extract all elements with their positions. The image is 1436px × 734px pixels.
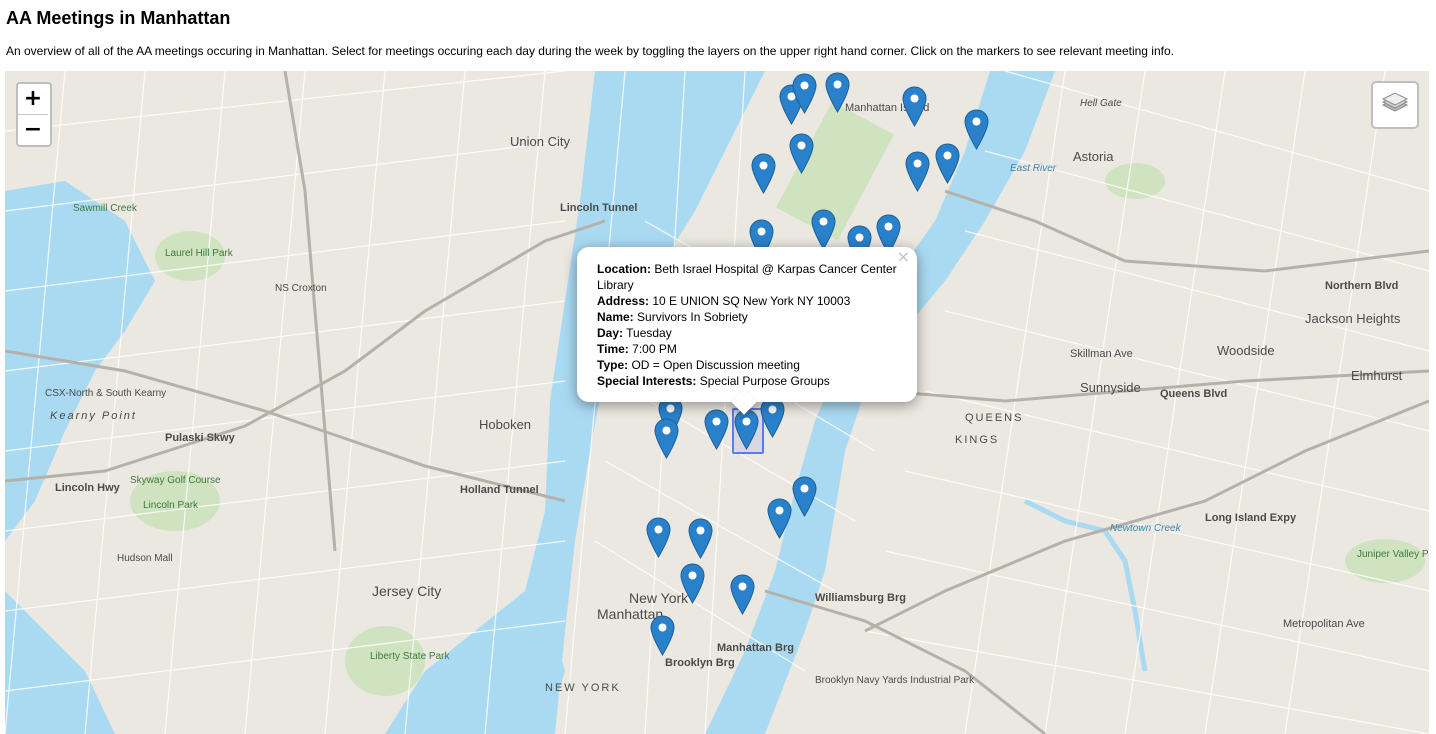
meeting-marker[interactable] (654, 418, 679, 459)
popup-name-row: Name: Survivors In Sobriety (597, 309, 897, 325)
layers-icon (1381, 92, 1409, 112)
label-manhattan-brg: Manhattan Brg (717, 642, 794, 654)
map-basemap[interactable]: Union City Manhattan Island Astoria Hell… (5, 71, 1429, 734)
meeting-marker-selected[interactable] (734, 409, 759, 450)
popup-name-label: Name: (597, 310, 634, 324)
label-sunnyside: Sunnyside (1080, 380, 1141, 395)
popup-address-label: Address: (597, 294, 650, 308)
meeting-marker[interactable] (751, 153, 776, 194)
land (5, 71, 1429, 734)
meeting-marker[interactable] (688, 518, 713, 559)
popup-time-row: Time: 7:00 PM (597, 341, 897, 357)
label-newtown-creek: Newtown Creek (1110, 523, 1182, 534)
label-queens-blvd: Queens Blvd (1160, 388, 1227, 400)
label-williamsburg-brg: Williamsburg Brg (815, 592, 906, 604)
popup-time-label: Time: (597, 342, 629, 356)
meeting-marker[interactable] (964, 109, 989, 150)
meeting-info-popup: × Location: Beth Israel Hospital @ Karpa… (577, 247, 917, 415)
meeting-marker[interactable] (650, 615, 675, 656)
label-lincoln-tunnel: Lincoln Tunnel (560, 202, 637, 214)
popup-day-row: Day: Tuesday (597, 325, 897, 341)
label-elmhurst: Elmhurst (1351, 368, 1403, 383)
meeting-marker[interactable] (905, 151, 930, 192)
meeting-marker[interactable] (646, 517, 671, 558)
meeting-marker[interactable] (902, 86, 927, 127)
label-skyway-golf: Skyway Golf Course (130, 475, 221, 486)
popup-interests-row: Special Interests: Special Purpose Group… (597, 373, 897, 389)
label-jackson-heights: Jackson Heights (1305, 311, 1401, 326)
label-lincoln-park: Lincoln Park (143, 500, 199, 511)
zoom-in-button[interactable]: + (18, 84, 48, 114)
popup-type-row: Type: OD = Open Discussion meeting (597, 357, 897, 373)
label-juniper-valley: Juniper Valley Park (1357, 549, 1429, 560)
label-sawmill-creek: Sawmill Creek (73, 203, 138, 214)
popup-location-label: Location: (597, 262, 651, 276)
label-kings: KINGS (955, 434, 999, 446)
popup-type-value: OD = Open Discussion meeting (631, 358, 800, 372)
label-hoboken: Hoboken (479, 417, 531, 432)
meeting-marker[interactable] (789, 133, 814, 174)
meeting-marker[interactable] (935, 143, 960, 184)
meeting-marker[interactable] (825, 72, 850, 113)
label-laurel-hill: Laurel Hill Park (165, 248, 234, 259)
meeting-marker[interactable] (730, 574, 755, 615)
label-new-york-county: NEW YORK (545, 682, 621, 694)
label-navy-yards: Brooklyn Navy Yards Industrial Park (815, 675, 975, 686)
page-description: An overview of all of the AA meetings oc… (6, 44, 1174, 58)
popup-interests-label: Special Interests: (597, 374, 697, 388)
park-astoria (1105, 163, 1165, 199)
meeting-marker[interactable] (767, 498, 792, 539)
meeting-marker[interactable] (704, 409, 729, 450)
popup-location-row: Location: Beth Israel Hospital @ Karpas … (597, 261, 897, 293)
popup-address-row: Address: 10 E UNION SQ New York NY 10003 (597, 293, 897, 309)
meeting-marker[interactable] (760, 397, 785, 438)
label-brooklyn-brg: Brooklyn Brg (665, 657, 735, 669)
label-holland-tunnel: Holland Tunnel (460, 484, 539, 496)
page-title: AA Meetings in Manhattan (6, 8, 231, 28)
label-woodside: Woodside (1217, 343, 1275, 358)
zoom-out-button[interactable]: − (18, 114, 48, 145)
map[interactable]: Union City Manhattan Island Astoria Hell… (5, 71, 1429, 734)
popup-day-label: Day: (597, 326, 624, 340)
popup-close-button[interactable]: × (897, 249, 910, 265)
label-east-river: East River (1010, 163, 1057, 174)
label-lincoln-hwy: Lincoln Hwy (55, 482, 121, 494)
label-long-island-expy: Long Island Expy (1205, 512, 1297, 524)
label-csx: CSX-North & South Kearny (45, 388, 166, 399)
label-hell-gate: Hell Gate (1080, 98, 1122, 109)
popup-day-value: Tuesday (626, 326, 672, 340)
label-skillman-ave: Skillman Ave (1070, 348, 1133, 360)
meeting-marker[interactable] (792, 73, 817, 114)
park-juniper (1345, 539, 1425, 583)
label-astoria: Astoria (1073, 149, 1114, 164)
label-jersey-city: Jersey City (372, 583, 441, 599)
meeting-marker[interactable] (680, 563, 705, 604)
popup-type-label: Type: (597, 358, 629, 372)
label-pulaski-skwy: Pulaski Skwy (165, 432, 236, 444)
label-hudson-mall: Hudson Mall (117, 553, 173, 564)
label-ns-croxton: NS Croxton (275, 283, 327, 294)
layers-toggle-button[interactable] (1371, 81, 1419, 129)
label-union-city: Union City (510, 134, 570, 149)
popup-interests-value: Special Purpose Groups (699, 374, 830, 388)
label-kearny-point: Kearny Point (50, 410, 137, 422)
label-northern-blvd: Northern Blvd (1325, 280, 1398, 292)
popup-time-value: 7:00 PM (632, 342, 677, 356)
popup-address-value: 10 E UNION SQ New York NY 10003 (652, 294, 851, 308)
meeting-marker[interactable] (792, 476, 817, 517)
zoom-control: + − (16, 82, 52, 147)
label-metropolitan-ave: Metropolitan Ave (1283, 618, 1365, 630)
popup-name-value: Survivors In Sobriety (637, 310, 748, 324)
label-liberty-state-park: Liberty State Park (370, 651, 450, 662)
meeting-marker[interactable] (811, 209, 836, 250)
label-queens: QUEENS (965, 412, 1023, 424)
